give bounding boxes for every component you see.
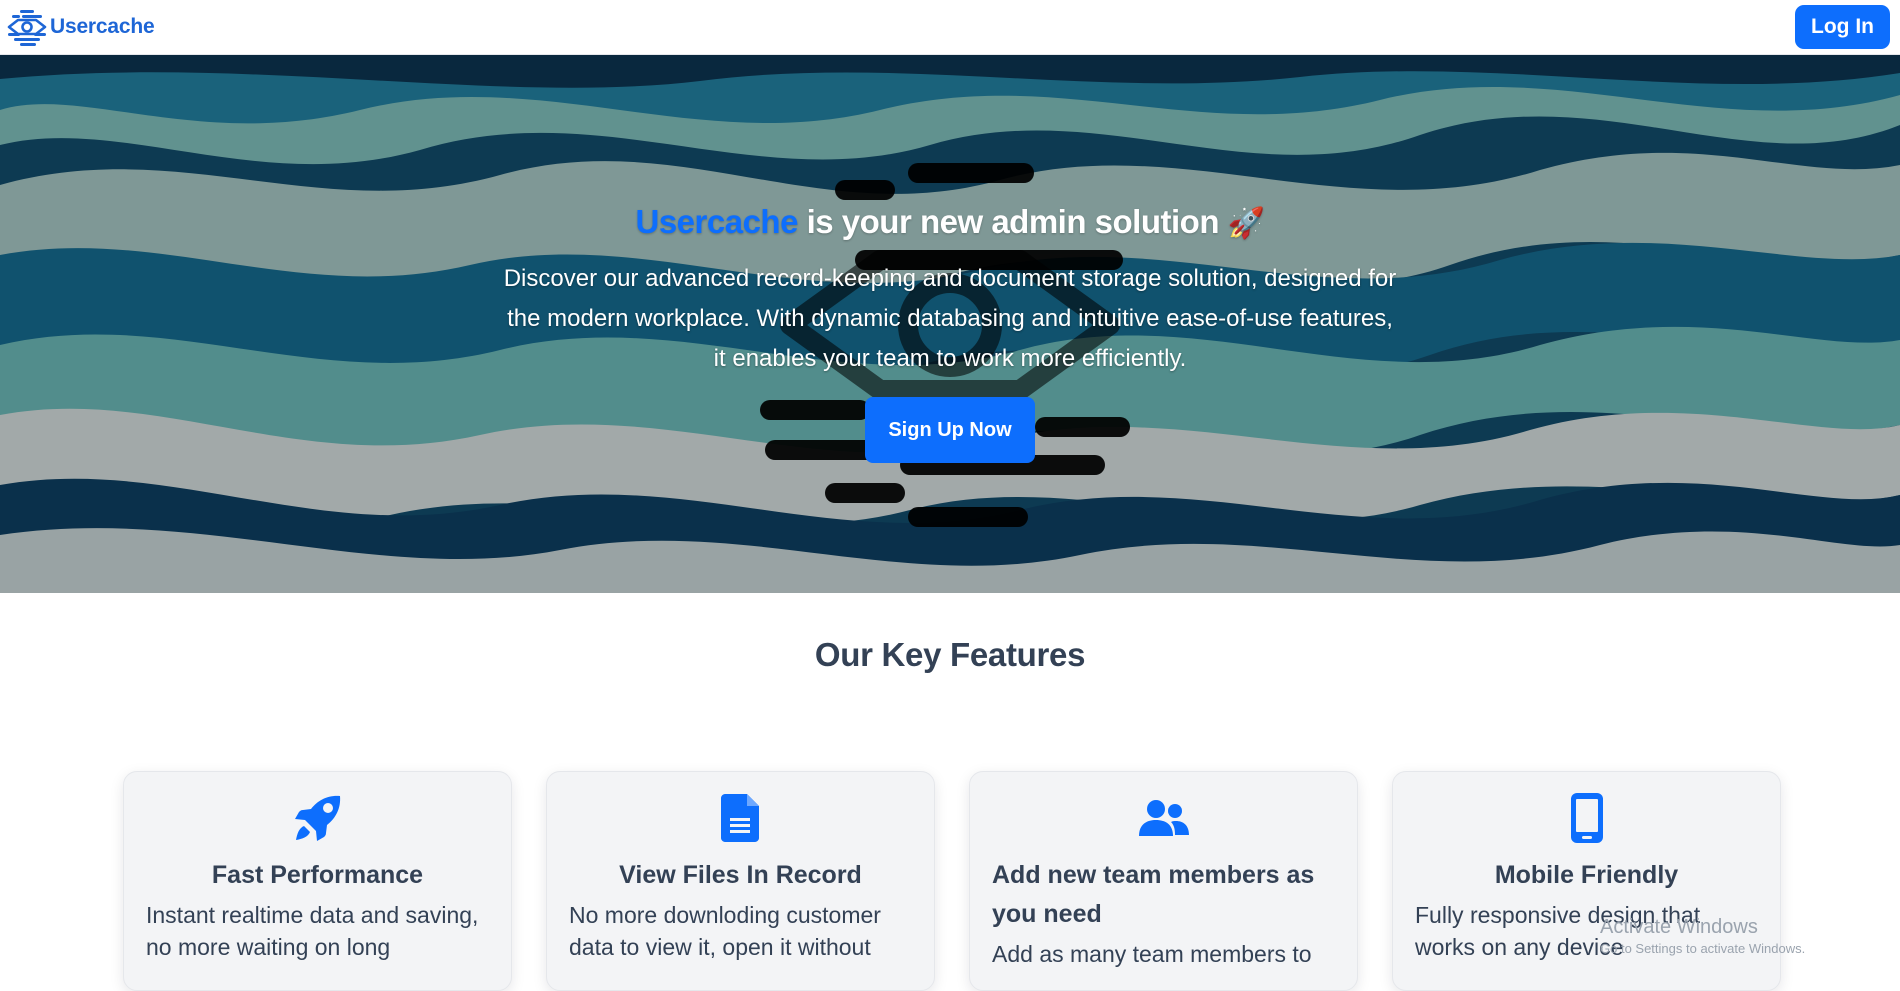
hero-description: Discover our advanced record-keeping and… [503, 265, 1397, 372]
feature-text: Instant realtime data and saving, no mor… [146, 902, 479, 960]
feature-text: Add as many team members to [992, 941, 1312, 967]
feature-title: View Files In Record [619, 861, 862, 889]
brand-link[interactable]: Usercache [6, 6, 155, 48]
hero-title-rest: is your new admin solution [797, 203, 1228, 240]
document-icon [720, 794, 759, 842]
users-icon [1138, 800, 1189, 836]
feature-card-team-members: Add new team members as you need Add as … [969, 771, 1358, 991]
brand-name: Usercache [50, 15, 155, 38]
usercache-eye-logo-icon [7, 10, 47, 46]
feature-title: Add new team members as you need [992, 861, 1315, 928]
mobile-icon [1570, 793, 1603, 843]
feature-title: Mobile Friendly [1494, 861, 1679, 889]
feature-card-fast-performance: Fast Performance Instant realtime data a… [123, 771, 512, 991]
activate-windows-watermark: Activate Windows Go to Settings to activ… [1600, 916, 1805, 956]
feature-title: Fast Performance [211, 861, 424, 889]
rocket-icon [294, 795, 340, 841]
features-heading: Our Key Features [814, 636, 1086, 673]
rocket-emoji-icon: 🚀 [1227, 207, 1265, 240]
feature-card-view-files: View Files In Record No more downloding … [546, 771, 935, 991]
feature-text: No more downloding customer data to view… [569, 902, 881, 960]
hero-title-accent: Usercache [635, 203, 798, 240]
top-navbar: Usercache Log In [0, 0, 1900, 55]
hero-content: Usercache is your new admin solution 🚀 D… [0, 55, 1900, 593]
features-grid: Fast Performance Instant realtime data a… [123, 771, 1783, 991]
hero-title: Usercache is your new admin solution 🚀 [635, 203, 1265, 241]
hero-section: Usercache is your new admin solution 🚀 D… [0, 55, 1900, 593]
watermark-subtitle: Go to Settings to activate Windows. [1600, 941, 1806, 956]
login-button[interactable]: Log In [1795, 5, 1890, 49]
signup-button[interactable]: Sign Up Now [865, 397, 1035, 463]
feature-card-mobile-friendly: Mobile Friendly Fully responsive design … [1392, 771, 1781, 991]
watermark-title: Activate Windows [1600, 916, 1758, 938]
